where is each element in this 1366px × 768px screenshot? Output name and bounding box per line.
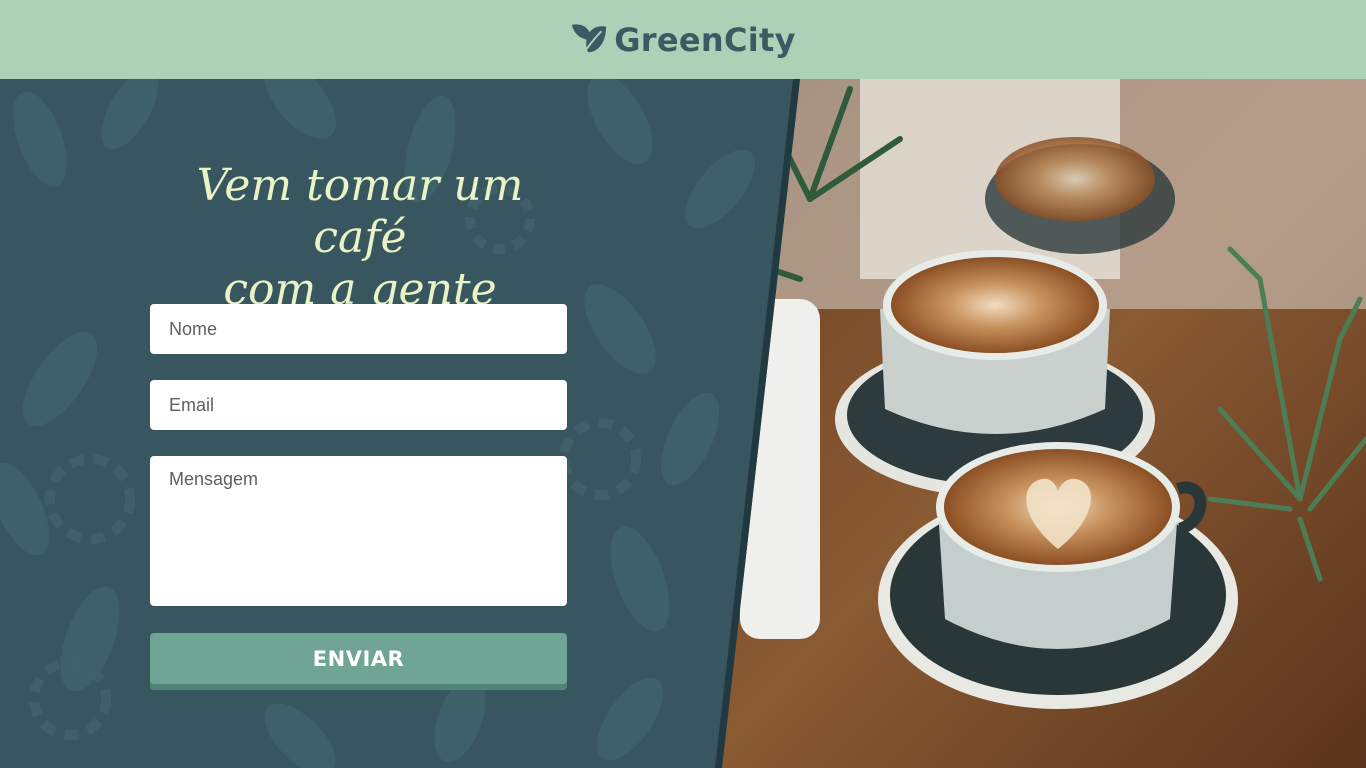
submit-button[interactable]: ENVIAR [150, 633, 567, 690]
brand-name: GreenCity [614, 20, 796, 59]
coffee-cups-photo [722, 79, 1366, 768]
email-input[interactable] [150, 380, 567, 430]
message-textarea[interactable] [150, 456, 567, 606]
logo[interactable]: GreenCity [570, 19, 796, 61]
name-input[interactable] [150, 304, 567, 354]
site-header: GreenCity [0, 0, 1366, 79]
form-title-line1: Vem tomar um café [196, 160, 524, 263]
leaf-icon [570, 19, 608, 61]
form-title: Vem tomar um café com a gente [150, 160, 570, 316]
